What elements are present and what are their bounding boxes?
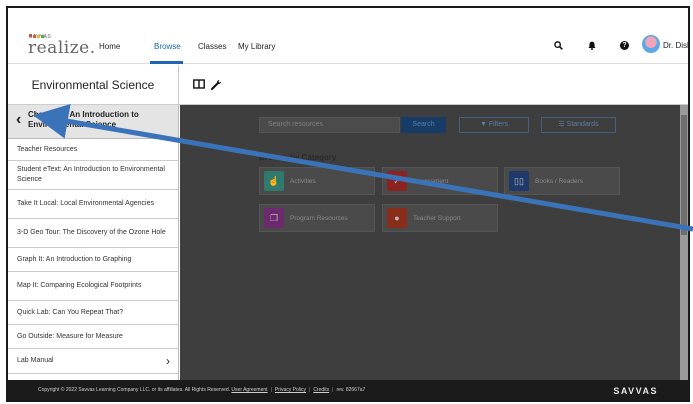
chapter-sidebar: ‹ Chapter 1: An Introduction to Environm… — [8, 105, 179, 380]
sidebar-item-teacher-resources[interactable]: Teacher Resources — [8, 139, 178, 161]
footer: Copyright © 2022 Savvas Learning Company… — [8, 380, 688, 400]
apple-icon: ● — [387, 208, 407, 228]
credits-link[interactable]: Credits — [313, 387, 329, 393]
program-title-bar: Environmental Science — [8, 65, 688, 105]
sidebar-item-go-outside[interactable]: Go Outside: Measure for Measure — [8, 325, 178, 349]
wrench-icon[interactable] — [211, 79, 222, 93]
search-icon[interactable] — [554, 41, 563, 52]
user-name: Dr. Dish — [663, 41, 690, 50]
filter-icon: ▼ — [480, 121, 487, 128]
sidebar-item-map-it[interactable]: Map It: Comparing Ecological Footprints — [8, 272, 178, 301]
revision-text: rev. 82667a7 — [336, 387, 366, 393]
brand-small: SAVVAS — [29, 34, 51, 40]
checklist-icon: ✓ — [387, 171, 407, 191]
back-chevron-icon[interactable]: ‹ — [16, 111, 21, 129]
layers-icon: ❐ — [264, 208, 284, 228]
category-program-resources[interactable]: ❐ Program Resources — [259, 204, 375, 232]
savvas-footer-logo: SAVVAS — [613, 386, 658, 396]
category-assessment[interactable]: ✓ Assessment — [382, 167, 498, 195]
app-window: SAVVAS realize. Home Browse Classes My L… — [6, 6, 690, 402]
bell-icon[interactable] — [588, 41, 596, 52]
hand-pointer-icon: ☝ — [264, 171, 284, 191]
search-input[interactable]: Search resources — [259, 117, 400, 133]
realize-logo[interactable]: SAVVAS realize. — [28, 34, 96, 58]
privacy-policy-link[interactable]: Privacy Policy — [275, 387, 306, 393]
logo-text: realize. — [28, 38, 96, 58]
category-teacher-support[interactable]: ● Teacher Support — [382, 204, 498, 232]
nav-my-library[interactable]: My Library — [238, 42, 275, 51]
sidebar-item-graph-it[interactable]: Graph It: An Introduction to Graphing — [8, 248, 178, 272]
filters-button[interactable]: ▼ Filters — [459, 117, 529, 133]
sidebar-item-quick-lab[interactable]: Quick Lab: Can You Repeat That? — [8, 301, 178, 325]
nav-classes[interactable]: Classes — [198, 42, 226, 51]
chapter-title: Chapter 1: An Introduction to Environmen… — [28, 110, 139, 129]
nav-home[interactable]: Home — [99, 42, 120, 51]
help-icon[interactable]: ? — [620, 41, 629, 50]
page-scrollbar[interactable] — [680, 105, 688, 380]
chapter-header[interactable]: ‹ Chapter 1: An Introduction to Environm… — [8, 105, 178, 139]
scrollbar-thumb[interactable] — [681, 115, 687, 235]
book-icon[interactable] — [193, 79, 205, 92]
sidebar-item-lab-manual[interactable]: Lab Manual › — [8, 349, 178, 374]
program-title: Environmental Science — [8, 65, 179, 105]
open-book-icon: ▯▯ — [509, 171, 529, 191]
search-button[interactable]: Search — [401, 117, 446, 133]
category-books-readers[interactable]: ▯▯ Books / Readers — [504, 167, 620, 195]
sidebar-item-take-it-local[interactable]: Take It Local: Local Environmental Agenc… — [8, 190, 178, 219]
nav-active-indicator — [150, 61, 183, 64]
user-avatar[interactable] — [642, 35, 660, 53]
copyright-text: Copyright © 2022 Savvas Learning Company… — [38, 387, 231, 393]
user-menu[interactable]: Dr. Dish ▼ — [663, 41, 690, 50]
category-activities[interactable]: ☝ Activities — [259, 167, 375, 195]
list-icon: ☰ — [558, 121, 565, 128]
standards-button[interactable]: ☰ Standards — [541, 117, 616, 133]
browse-by-category-label: Browse by Category — [259, 153, 337, 162]
browse-content-dimmed: Search resources Search ▼ Filters ☰ Stan… — [180, 105, 688, 380]
sidebar-item-3d-geo-tour[interactable]: 3-D Geo Tour: The Discovery of the Ozone… — [8, 219, 178, 248]
sidebar-item-student-etext[interactable]: Student eText: An Introduction to Enviro… — [8, 161, 178, 190]
nav-browse[interactable]: Browse — [154, 42, 181, 51]
chevron-right-icon: › — [166, 354, 170, 368]
top-navigation-bar: SAVVAS realize. Home Browse Classes My L… — [8, 30, 688, 64]
user-agreement-link[interactable]: User Agreement — [231, 387, 267, 393]
